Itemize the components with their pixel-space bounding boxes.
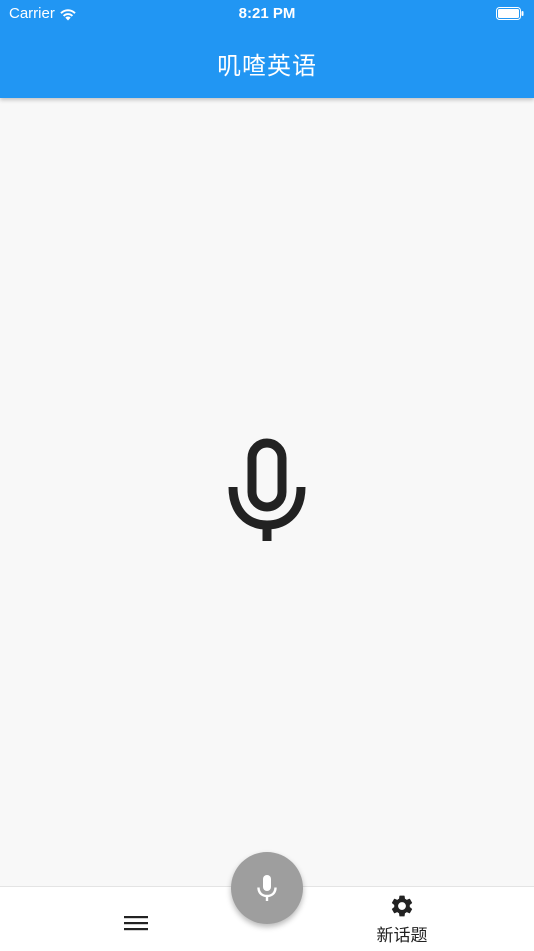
menu-button[interactable] [112, 903, 160, 943]
microphone-icon [257, 875, 277, 901]
new-topic-button[interactable]: 新话题 [362, 891, 442, 949]
app-bar: Carrier 8:21 PM 叽喳英语 [0, 0, 534, 98]
status-time: 8:21 PM [238, 5, 296, 22]
gear-icon [391, 895, 413, 917]
new-topic-label: 新话题 [376, 926, 428, 946]
hamburger-menu-icon [124, 916, 148, 931]
microphone-icon [228, 438, 306, 541]
battery-icon [496, 7, 524, 20]
page-title: 叽喳英语 [217, 52, 317, 80]
record-button[interactable] [231, 852, 303, 924]
status-bar: Carrier 8:21 PM [0, 0, 534, 28]
